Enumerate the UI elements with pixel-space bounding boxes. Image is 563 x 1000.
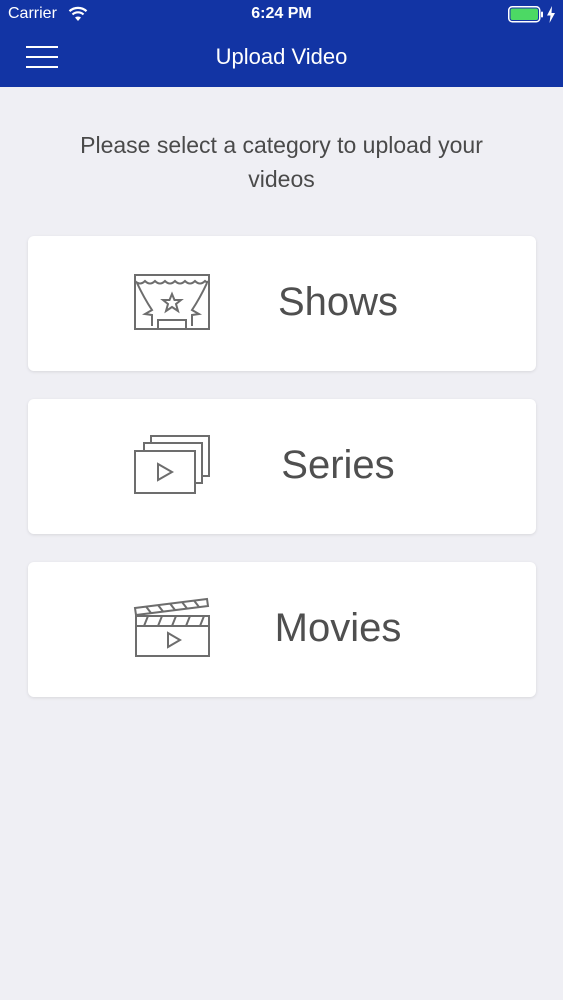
nav-bar: Upload Video [0,30,563,87]
page-title: Upload Video [215,44,348,69]
category-label-shows: Shows [277,280,399,324]
category-card-shows[interactable]: Shows [28,236,536,371]
category-label-movies: Movies [274,606,402,650]
charging-icon [547,6,555,23]
instructions-text: Please select a category to upload your … [80,132,483,192]
category-card-movies[interactable]: Movies [28,562,536,697]
header: Carrier 6:24 PM Upload Video [0,0,563,87]
status-bar: Carrier 6:24 PM [0,0,563,30]
status-time: 6:24 PM [251,5,312,22]
battery-icon [508,6,543,23]
category-card-series[interactable]: Series [28,399,536,534]
clapperboard-icon [133,597,210,657]
video-stack-icon [134,435,210,494]
category-label-series: Series [281,443,395,487]
theater-stage-icon [134,274,210,330]
